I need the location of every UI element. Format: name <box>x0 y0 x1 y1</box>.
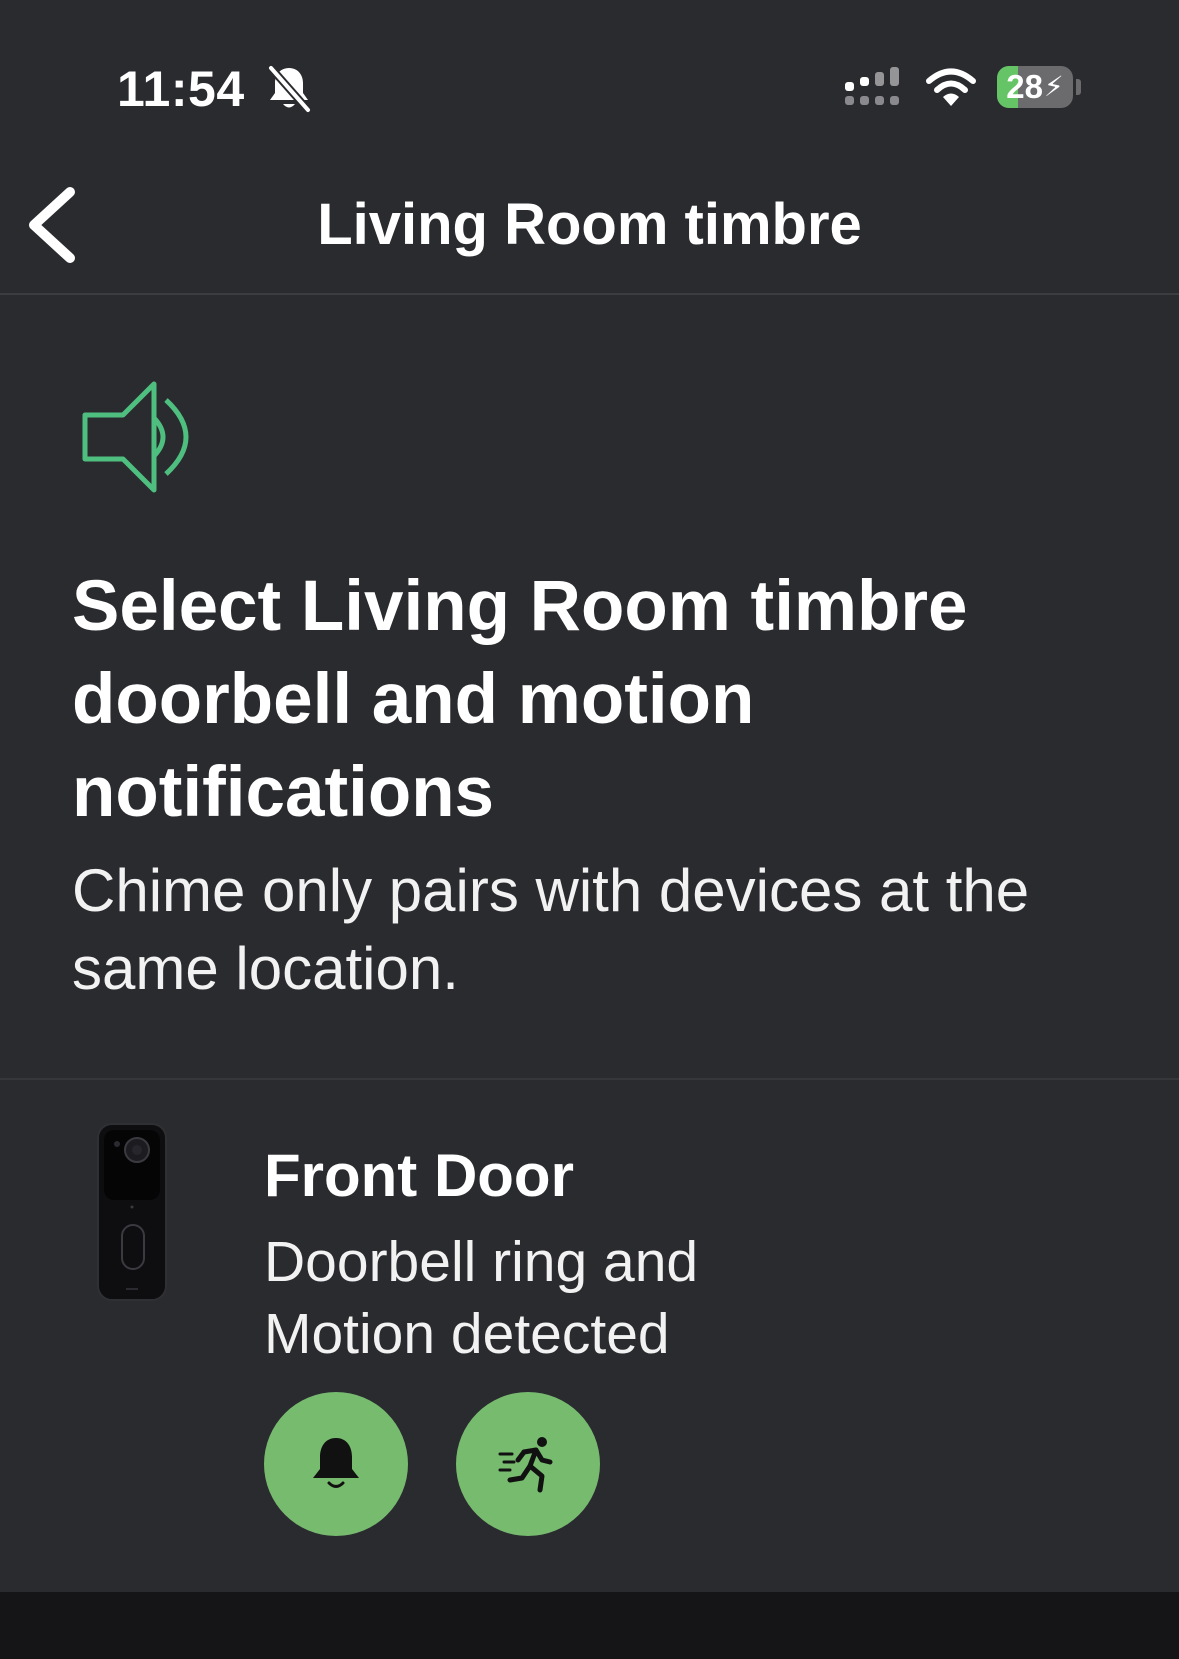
page-title: Living Room timbre <box>317 192 862 257</box>
charging-bolt-icon: ⚡ <box>1044 71 1064 102</box>
instructions-heading: Select Living Room timbre doorbell and m… <box>72 567 968 832</box>
bell-slash-icon <box>267 65 312 113</box>
doorbell-device-image <box>97 1123 167 1301</box>
doorbell-notification-toggle[interactable] <box>264 1392 408 1536</box>
cellular-signal-icon <box>845 67 899 105</box>
bell-icon <box>313 1438 359 1488</box>
status-time: 11:54 <box>117 61 245 117</box>
wifi-icon <box>926 68 976 106</box>
device-list-item[interactable]: Front Door Doorbell ring and Motion dete… <box>0 1080 1179 1590</box>
navigation-bar: Living Room timbre <box>0 150 1179 295</box>
device-description: Doorbell ring and Motion detected <box>264 1230 699 1366</box>
device-name: Front Door <box>264 1142 574 1209</box>
battery-cap <box>1076 79 1081 95</box>
battery-charging-icon: 28 ⚡ <box>997 66 1073 108</box>
instructions-subtitle: Chime only pairs with devices at the sam… <box>72 857 1030 1002</box>
motion-notification-toggle[interactable] <box>456 1392 600 1536</box>
battery-percent: 28 <box>1006 68 1044 105</box>
speaker-icon <box>82 381 189 493</box>
bottom-bar <box>0 1592 1179 1659</box>
status-bar: 11:54 28 ⚡ <box>0 0 1179 150</box>
running-person-icon <box>498 1437 553 1493</box>
